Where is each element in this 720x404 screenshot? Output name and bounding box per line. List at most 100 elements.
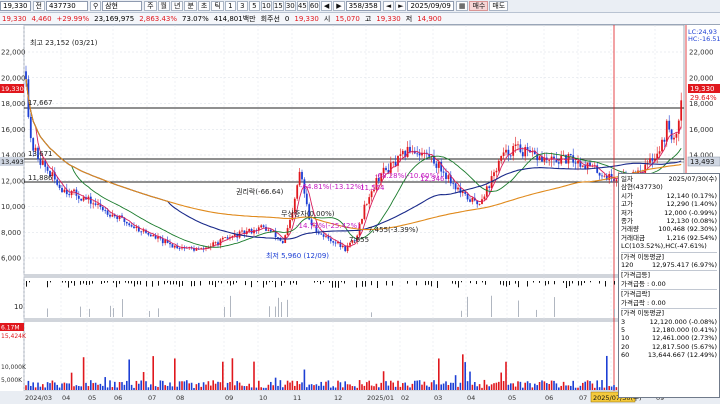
candle-body (495, 170, 498, 173)
vol-tick-label-left: 5,000K (1, 377, 23, 384)
rights-annotation: 권리락(-66.64) (236, 187, 284, 196)
period-minute[interactable]: 분 (184, 1, 197, 11)
calendar-icon[interactable]: ▦ (455, 1, 469, 11)
info-ma-key: 5 (621, 325, 626, 334)
osc-bar-low (278, 297, 279, 317)
info-row-value: 12,000 (-0.99%) (664, 208, 717, 217)
sell-button[interactable]: 매도 (489, 1, 509, 11)
period-month[interactable]: 월 (157, 1, 170, 11)
info-row-key: 거래량 (621, 225, 639, 234)
left-vol-badge-text2: 15,424K (1, 333, 27, 340)
y-tick-label-left: 18,000 (1, 100, 26, 108)
osc-bar (50, 281, 51, 283)
search-icon[interactable]: ⚲ (89, 1, 102, 11)
osc-bar (338, 281, 339, 288)
account-field[interactable]: 19,330 (0, 1, 31, 11)
candle-body (56, 179, 59, 185)
stock-name-field[interactable]: 삼현 (102, 1, 143, 11)
period-week[interactable]: 주 (144, 1, 157, 11)
bar-counter[interactable]: 358/358 (345, 1, 381, 11)
volume-bar (411, 383, 414, 390)
info-ma-row: 3 12,120.000 (-0.08%) (621, 318, 717, 326)
volume-bar (442, 383, 445, 390)
volume-bar (608, 386, 610, 390)
period-tick[interactable]: 틱 (211, 1, 224, 11)
stock-chart[interactable]: 22,00022,00020,00020,00018,00018,00016,0… (0, 25, 720, 404)
volume-bar (296, 381, 298, 390)
candle-body (493, 172, 495, 177)
candle-body (598, 172, 601, 176)
candle-body (437, 162, 440, 168)
volume-bar (450, 382, 452, 390)
volume-bar (550, 380, 553, 390)
volume-bar (303, 369, 306, 390)
scroll-left-icon[interactable]: ◄ (382, 1, 395, 11)
candle-body (241, 230, 243, 232)
osc-bar (371, 281, 372, 286)
candle-body (97, 203, 99, 205)
prev-icon[interactable]: ◀ (320, 1, 333, 11)
volume-bar (514, 386, 517, 390)
stock-code-input[interactable]: 437730 (45, 1, 88, 11)
osc-bar (344, 281, 345, 284)
volume-bar (466, 381, 469, 390)
candle-body (221, 237, 224, 240)
minute-1[interactable]: 1 (224, 1, 236, 11)
volume-bar (553, 380, 555, 390)
candle-body (169, 242, 171, 245)
minute-5[interactable]: 5 (248, 1, 260, 11)
candle-body (452, 183, 455, 185)
osc-bar (314, 281, 315, 283)
volume-panel[interactable] (23, 320, 685, 392)
period-second[interactable]: 초 (197, 1, 211, 11)
osc-bar (131, 281, 132, 284)
volume-bar (440, 384, 442, 390)
volume-bar (409, 387, 411, 390)
volume-bar (346, 384, 349, 390)
volume-bar (433, 380, 435, 390)
volume-bar (363, 385, 366, 390)
volume-bar (476, 386, 478, 390)
volume-bar (104, 377, 106, 390)
candle-body (133, 226, 135, 228)
osc-bar-low (518, 300, 519, 317)
period-year[interactable]: 년 (171, 1, 184, 11)
buy-button[interactable]: 매수 (469, 1, 489, 11)
minute-15[interactable]: 15 (272, 1, 284, 11)
osc-bar (182, 281, 183, 286)
osc-bar (548, 281, 549, 285)
minute-30[interactable]: 30 (284, 1, 296, 11)
date-input[interactable]: 2025/09/09 (407, 1, 454, 11)
data-tooltip-panel: 일자 2025/07/30(수) 삼현(437730) 시가 12,140 (0.… (618, 173, 720, 398)
volume-bar (349, 384, 351, 390)
minute-45[interactable]: 45 (296, 1, 308, 11)
volume-bar (111, 387, 114, 390)
osc-bar (200, 281, 201, 286)
info-row-key: 저가 (621, 208, 633, 217)
volume-bar (306, 387, 308, 390)
volume-bar (594, 387, 596, 390)
volume-bar (229, 381, 231, 390)
volume-bar (577, 387, 579, 390)
candle-body (406, 146, 409, 158)
candle-body (663, 139, 666, 142)
period-button[interactable]: 전 (32, 1, 45, 11)
minute-60[interactable]: 60 (308, 1, 320, 11)
osc-bar (179, 281, 180, 287)
info-row-value: 12,140 (0.17%) (666, 191, 717, 200)
minute-10[interactable]: 10 (260, 1, 272, 11)
candle-body (651, 158, 654, 161)
candle-body (104, 210, 107, 212)
volume-bar (382, 371, 385, 390)
volume-bar (493, 383, 495, 390)
minute-3[interactable]: 3 (236, 1, 248, 11)
volume-bar (572, 380, 574, 390)
volume-bar (562, 381, 565, 390)
osc-bar (515, 281, 516, 284)
x-tick-label: 06 (545, 394, 553, 402)
volume-bar (186, 380, 188, 390)
next-icon[interactable]: ▶ (333, 1, 345, 11)
candle-body (521, 152, 524, 157)
scroll-right-icon[interactable]: ► (395, 1, 407, 11)
x-tick-label: 07 (148, 394, 156, 402)
